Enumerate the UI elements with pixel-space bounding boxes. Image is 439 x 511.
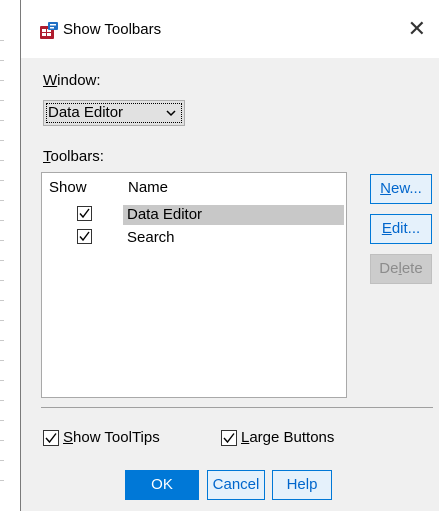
ok-button[interactable]: OK — [125, 470, 199, 500]
window-title: Show Toolbars — [63, 21, 162, 38]
show-checkbox-data-editor[interactable] — [77, 206, 92, 221]
show-tooltips-checkbox[interactable] — [43, 430, 59, 446]
large-buttons-checkbox[interactable] — [221, 430, 237, 446]
new-toolbar-button[interactable]: New... — [370, 174, 432, 204]
divider — [41, 407, 433, 408]
show-tooltips-label: Show ToolTips — [63, 429, 160, 446]
close-icon[interactable]: ✕ — [408, 18, 426, 40]
toolbar-name: Data Editor — [123, 205, 344, 225]
column-header-show: Show — [49, 179, 87, 196]
title-bar: Show Toolbars ✕ — [21, 0, 439, 58]
help-button[interactable]: Help — [272, 470, 332, 500]
toolbar-row-data-editor[interactable]: Data Editor — [42, 203, 346, 226]
toolbar-row-search[interactable]: Search — [42, 226, 346, 249]
edit-toolbar-button[interactable]: Edit... — [370, 214, 432, 244]
window-dropdown[interactable]: Data Editor — [43, 100, 185, 126]
spss-app-icon — [39, 21, 59, 41]
focus-ring — [46, 103, 182, 123]
toolbars-list[interactable]: Show Name Data Editor Search — [41, 172, 347, 398]
delete-toolbar-button[interactable]: Delete — [370, 254, 432, 284]
show-toolbars-dialog: Show Toolbars ✕ Window: Data Editor Tool… — [20, 0, 439, 511]
chevron-down-icon — [166, 101, 176, 133]
column-header-name: Name — [128, 179, 169, 196]
background-strip — [0, 0, 20, 511]
toolbars-label: Toolbars: — [43, 148, 104, 165]
show-checkbox-search[interactable] — [77, 229, 92, 244]
toolbar-name: Search — [127, 229, 175, 246]
large-buttons-label: Large Buttons — [241, 429, 335, 446]
window-label: Window: — [43, 72, 101, 89]
cancel-button[interactable]: Cancel — [207, 470, 265, 500]
